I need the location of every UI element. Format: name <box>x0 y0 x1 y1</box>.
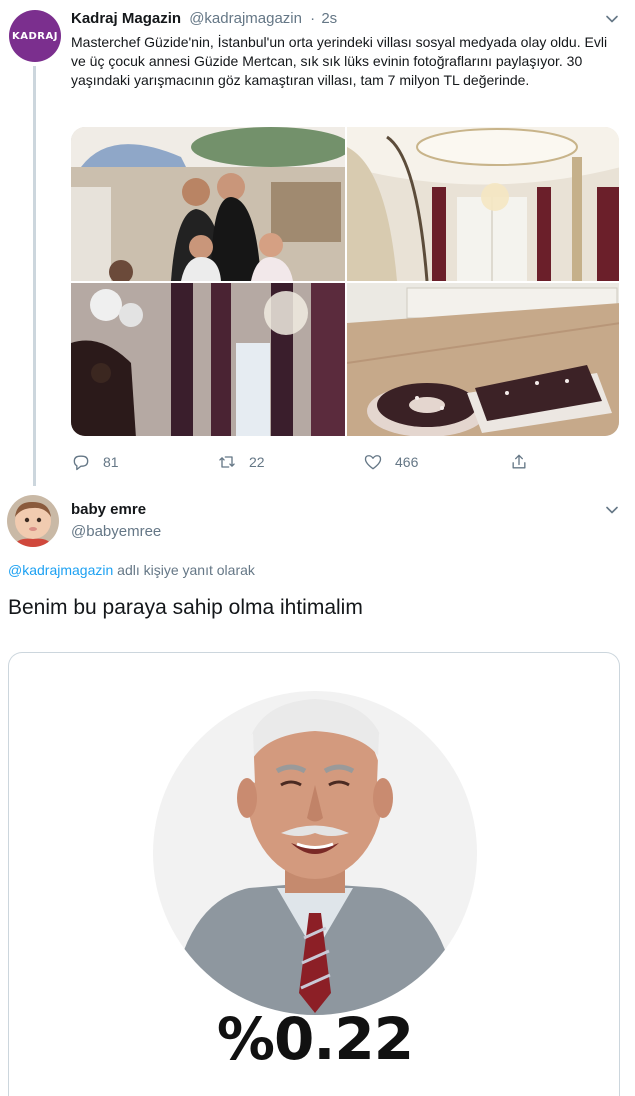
reply-text: Benim bu paraya sahip olma ihtimalim <box>8 596 363 619</box>
share-icon <box>512 454 526 469</box>
replying-mention-link[interactable]: @kadrajmagazin <box>8 562 113 578</box>
reply-author-handle[interactable]: @babyemree <box>71 523 161 540</box>
like-action[interactable]: 466 <box>363 452 418 472</box>
replying-to: @kadrajmagazin adlı kişiye yanıt olarak <box>8 562 255 578</box>
separator-dot: · <box>310 10 316 27</box>
ceiling-chandelier-photo[interactable] <box>347 127 619 281</box>
tweet-text: Masterchef Güzide'nin, İstanbul'un orta … <box>71 34 608 88</box>
kitchen-cake-photo[interactable] <box>347 283 619 436</box>
chevron-down-icon[interactable] <box>605 12 619 26</box>
heart-icon <box>364 455 382 470</box>
kadraj-logo-text: KADRAJ <box>12 30 58 42</box>
tweet-header: Kadraj Magazin @kadrajmagazin · 2s <box>71 10 337 27</box>
reply-author-name[interactable]: baby emre <box>71 501 146 518</box>
retweet-count: 22 <box>249 454 265 470</box>
like-count: 466 <box>395 454 419 470</box>
share-action[interactable] <box>509 452 541 472</box>
kadraj-avatar[interactable]: KADRAJ <box>9 10 61 62</box>
family-photo[interactable] <box>71 127 345 281</box>
retweet-icon <box>219 456 235 468</box>
baby-emre-avatar[interactable] <box>7 495 59 547</box>
replying-suffix: adlı kişiye yanıt olarak <box>113 562 255 578</box>
tweet-actions: 81 22 466 <box>71 452 541 476</box>
retweet-action[interactable]: 22 <box>217 452 265 472</box>
tweet[interactable]: KADRAJ Kadraj Magazin @kadrajmagazin · 2… <box>0 0 635 486</box>
author-handle[interactable]: @kadrajmagazin <box>189 10 302 27</box>
curtains-chandelier-photo[interactable] <box>71 283 345 436</box>
thread-line <box>33 66 36 486</box>
author-name[interactable]: Kadraj Magazin <box>71 10 181 27</box>
chevron-down-icon[interactable] <box>605 503 619 517</box>
reply-icon <box>73 455 89 471</box>
reply-count: 81 <box>103 454 119 470</box>
tweet-media-grid[interactable] <box>71 127 619 436</box>
reply-image[interactable]: %0.22 <box>8 652 620 1096</box>
tweet-time[interactable]: 2s <box>321 10 337 27</box>
percentage-caption: %0.22 <box>216 1005 414 1073</box>
reply-action[interactable]: 81 <box>71 452 119 472</box>
